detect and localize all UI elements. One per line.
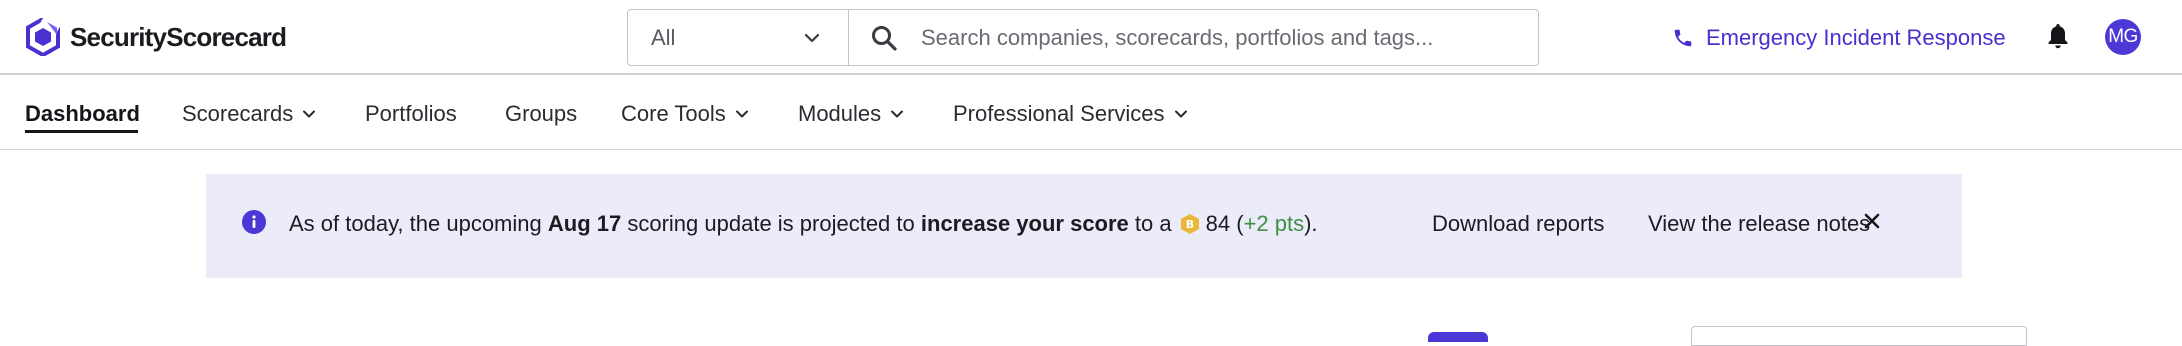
grade-letter: B	[1185, 218, 1193, 231]
banner-date: Aug 17	[547, 211, 622, 236]
projected-score: 84	[1205, 211, 1231, 236]
main-nav: Dashboard Scorecards Portfolios Groups C…	[0, 75, 2182, 150]
paren-open: (	[1236, 211, 1244, 236]
search-scope-value: All	[651, 24, 676, 50]
toggle-partial[interactable]	[1428, 332, 1488, 342]
nav-item-label: Scorecards	[182, 101, 294, 126]
nav-professional-services[interactable]: Professional Services	[953, 99, 1188, 129]
nav-groups[interactable]: Groups	[505, 99, 577, 129]
nav-item-label: Dashboard	[25, 101, 140, 126]
score-update-banner: As of today, the upcoming Aug 17 scoring…	[206, 174, 1962, 278]
emergency-label: Emergency Incident Response	[1706, 25, 2006, 50]
nav-portfolios[interactable]: Portfolios	[365, 99, 457, 129]
nav-item-label: Portfolios	[365, 101, 457, 126]
top-bar: SecurityScorecard All Emergency Incident…	[0, 0, 2182, 75]
banner-emphasis: increase your score	[920, 211, 1129, 236]
nav-item-label: Core Tools	[621, 101, 726, 126]
emergency-incident-response-link[interactable]: Emergency Incident Response	[1672, 21, 2006, 55]
nav-item-label: Groups	[505, 101, 578, 126]
logo[interactable]: SecurityScorecard	[26, 17, 287, 57]
view-release-notes-link[interactable]: View the release notes	[1648, 211, 1870, 237]
info-icon	[242, 210, 266, 234]
chevron-down-icon	[804, 33, 820, 42]
banner-middle: scoring update is projected to	[627, 211, 915, 236]
chevron-down-icon	[735, 110, 748, 118]
logo-text: SecurityScorecard	[70, 21, 287, 52]
nav-dashboard[interactable]: Dashboard	[25, 99, 140, 129]
close-icon[interactable]	[1861, 210, 1883, 232]
nav-item-label: Professional Services	[953, 101, 1165, 126]
search-icon	[872, 25, 897, 51]
bell-icon[interactable]	[2046, 22, 2070, 50]
banner-prefix: As of today, the upcoming	[289, 211, 542, 236]
banner-message: As of today, the upcoming Aug 17 scoring…	[289, 211, 1318, 237]
nav-item-label: Modules	[798, 101, 882, 126]
score-delta: +2 pts	[1243, 211, 1305, 236]
search-input[interactable]	[921, 24, 1521, 51]
chevron-down-icon	[1174, 110, 1187, 118]
search-group: All	[627, 9, 1539, 66]
banner-close-paren: ).	[1304, 211, 1318, 236]
chevron-down-icon	[303, 110, 316, 118]
download-reports-link[interactable]: Download reports	[1432, 211, 1604, 237]
grade-b-icon: B	[1180, 214, 1199, 234]
nav-scorecards[interactable]: Scorecards	[182, 99, 316, 129]
select-partial[interactable]	[1691, 326, 2027, 346]
search-box	[849, 10, 1538, 65]
phone-icon	[1674, 29, 1692, 47]
logo-icon	[26, 18, 60, 56]
search-scope-select[interactable]: All	[628, 10, 849, 65]
user-avatar[interactable]: MG	[2105, 19, 2141, 55]
active-tab-indicator	[25, 130, 138, 133]
nav-core-tools[interactable]: Core Tools	[621, 99, 749, 129]
banner-to-a: to a	[1134, 211, 1172, 236]
nav-modules[interactable]: Modules	[798, 99, 904, 129]
chevron-down-icon	[891, 110, 904, 118]
